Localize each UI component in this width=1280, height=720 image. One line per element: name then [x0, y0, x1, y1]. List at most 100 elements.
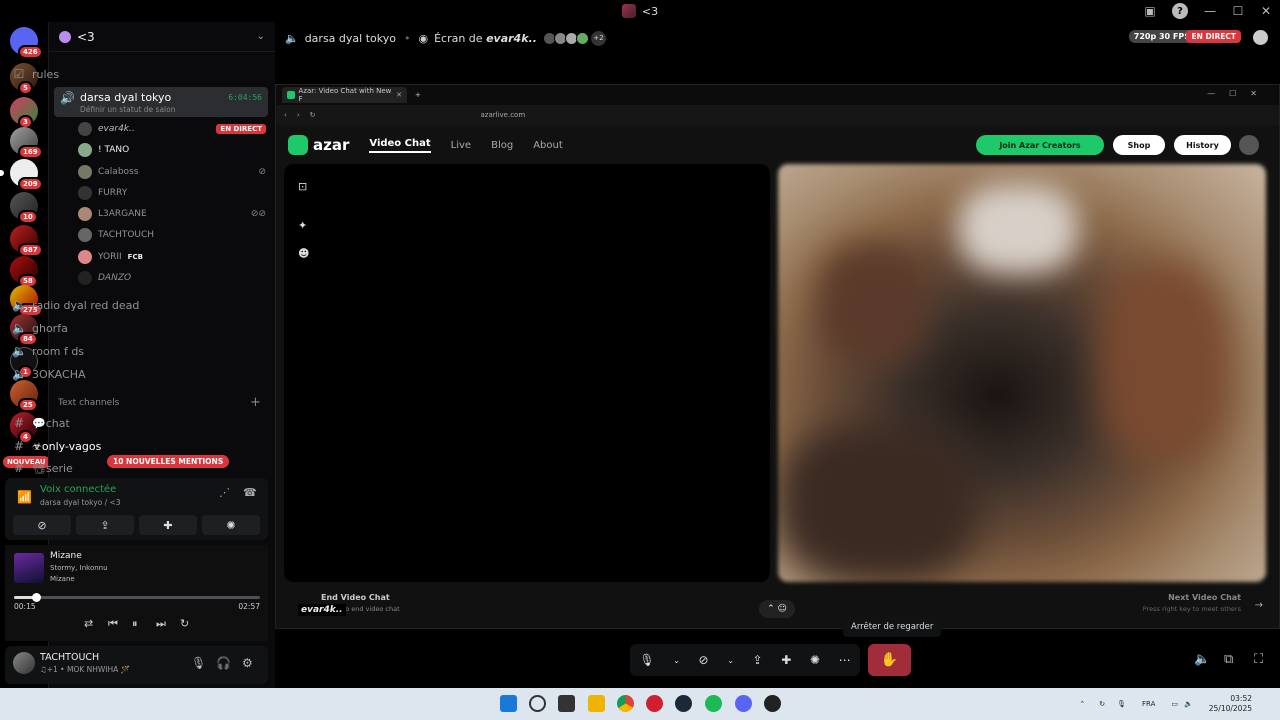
server-header[interactable]: <3 ⌄ — [49, 22, 275, 52]
chat-icon[interactable] — [1253, 30, 1268, 45]
steam-icon[interactable] — [675, 695, 692, 712]
channel-rules[interactable]: ☑ rules — [6, 63, 220, 85]
chevron-down-icon[interactable]: ⌄ — [257, 31, 265, 42]
microphone-icon[interactable]: 🎙 — [1117, 700, 1126, 708]
voice-user[interactable]: evar4k.. EN DIRECT — [78, 119, 274, 139]
disconnect-icon[interactable]: ☎ — [243, 486, 257, 499]
server-icon[interactable]: 169 — [10, 127, 43, 159]
camera-off-button[interactable]: ⊘ — [13, 515, 71, 535]
voice-location[interactable]: darsa dyal tokyo / <3 — [40, 498, 121, 507]
minimize-button[interactable]: — — [1196, 0, 1224, 22]
progress-knob[interactable] — [32, 593, 42, 602]
speaker-icon: 🔈 — [12, 367, 27, 381]
join-creators-button: Join Azar Creators — [976, 135, 1104, 155]
headphones-icon[interactable]: 🎧 — [216, 656, 231, 670]
help-icon[interactable]: ? — [1172, 3, 1188, 19]
album-cover — [14, 553, 44, 583]
server-icon-active[interactable]: 209 — [0, 159, 43, 191]
input-language[interactable]: FRA — [1142, 700, 1155, 708]
voice-channel[interactable]: 🔈 3OKACHA — [6, 363, 220, 385]
start-icon[interactable] — [500, 695, 517, 712]
voice-user[interactable]: FURRY — [78, 183, 274, 203]
server-badge: 687 — [18, 243, 43, 257]
discord-icon[interactable] — [735, 695, 752, 712]
task-view-icon[interactable] — [558, 695, 575, 712]
signal-icon[interactable]: 📶 — [17, 490, 32, 504]
viewer-avatars[interactable]: +2 — [542, 30, 606, 46]
camera-options-chevron-icon[interactable]: ⌄ — [727, 656, 734, 665]
voice-user[interactable]: DANZO — [78, 268, 274, 288]
user-name[interactable]: TACHTOUCH — [40, 652, 99, 663]
activities-icon[interactable]: ✚ — [781, 653, 791, 667]
noise-suppression-icon[interactable]: ⋰ — [219, 486, 230, 499]
voice-channel[interactable]: 🔈 radio dyal red dead — [6, 294, 220, 316]
camera-off-icon[interactable]: ⊘ — [699, 653, 709, 667]
server-icon[interactable]: 10 — [10, 192, 38, 224]
repeat-icon[interactable]: ↻ — [180, 617, 189, 630]
share-screen-icon[interactable]: ⇪ — [753, 653, 763, 667]
share-screen-button[interactable]: ⇪ — [76, 515, 134, 535]
volume-icon[interactable]: 🔈 — [1194, 652, 1210, 667]
sparkle-icon: ✦ — [298, 219, 308, 232]
new-mentions-badge[interactable]: 10 NOUVELLES MENTIONS — [107, 455, 230, 468]
home-button[interactable]: 426 — [10, 27, 43, 59]
text-channel[interactable]: # ☣only-vagos — [6, 435, 220, 457]
voice-user[interactable]: L3ARGANE ⊘⊘ — [78, 204, 274, 224]
previous-icon[interactable]: ⏮ — [108, 617, 118, 631]
sticker-icon: ☻ — [298, 247, 310, 260]
mic-options-chevron-icon[interactable]: ⌄ — [673, 656, 680, 665]
server-icon[interactable]: 3 — [10, 97, 38, 129]
clock-time: 03:52 — [1230, 694, 1252, 703]
file-explorer-icon[interactable] — [588, 695, 605, 712]
shuffle-icon[interactable]: ⇄ — [84, 617, 93, 630]
channel-label: ☣only-vagos — [32, 439, 102, 453]
sync-icon[interactable]: ↻ — [1099, 700, 1105, 708]
voice-channel-active[interactable]: 🔊 darsa dyal tokyo 6:04:56 Définir un st… — [54, 87, 268, 117]
stop-watching-button[interactable]: ✋ — [868, 644, 911, 676]
soundboard-button[interactable]: ✺ — [202, 515, 260, 535]
app-icon[interactable] — [646, 695, 663, 712]
gear-icon[interactable]: ⚙ — [242, 656, 253, 670]
search-icon[interactable] — [529, 695, 546, 712]
server-icon[interactable]: 687 — [10, 225, 43, 257]
muted-icon: ⊘⊘ — [250, 209, 266, 219]
pause-icon[interactable]: ⏸ — [132, 617, 138, 631]
fullscreen-icon[interactable]: ⛶ — [1254, 652, 1263, 667]
close-button[interactable]: ✕ — [1252, 0, 1280, 22]
stream-video: Azar: Video Chat with New F ✕ + —☐✕ ‹ › … — [275, 84, 1280, 629]
spotify-icon[interactable] — [705, 695, 722, 712]
voice-channel[interactable]: 🔈 ghorfa — [6, 317, 220, 339]
user-status: ♫+1 • MOK NHWIHA 🪄 — [40, 665, 131, 674]
user-tag: FCB — [127, 253, 143, 261]
close-tab-icon: ✕ — [396, 91, 402, 99]
more-options-icon[interactable]: ⋯ — [839, 653, 851, 667]
popout-icon[interactable]: ⧉ — [1224, 652, 1233, 667]
microphone-icon[interactable]: 🎙 — [639, 653, 654, 667]
server-icon[interactable]: 58 — [10, 256, 38, 288]
volume-icon[interactable]: 🔈 — [1184, 700, 1193, 708]
category-text-channels[interactable]: Text channels — [58, 398, 119, 408]
next-icon[interactable]: ⏭ — [156, 617, 166, 631]
create-channel-button[interactable]: + — [250, 395, 261, 410]
maximize-button[interactable]: ☐ — [1224, 0, 1252, 22]
channel-status-hint[interactable]: Définir un statut de salon — [80, 105, 175, 114]
voice-user[interactable]: Calaboss ⊘ — [78, 162, 274, 182]
clock[interactable]: 03:52 25/10/2025 — [1209, 694, 1252, 714]
chrome-icon[interactable] — [617, 695, 634, 712]
text-channel[interactable]: # 💬chat — [6, 412, 220, 434]
voice-channel[interactable]: 🔈 room f ds — [6, 340, 220, 362]
activities-button[interactable]: ✚ — [139, 515, 197, 535]
microphone-icon[interactable]: 🎙 — [191, 656, 206, 670]
inbox-icon[interactable]: ▣ — [1136, 0, 1164, 22]
chevron-up-icon[interactable]: ⌃ — [1079, 700, 1085, 708]
track-title: Mizane — [50, 551, 82, 561]
app-icon[interactable] — [764, 695, 781, 712]
streamer-name: evar4k.. — [486, 31, 537, 45]
voice-user[interactable]: TACHTOUCH — [78, 225, 274, 245]
voice-user[interactable]: YORII FCB — [78, 247, 274, 267]
network-icon[interactable]: ▭ — [1171, 700, 1178, 708]
voice-user[interactable]: ! TANO — [78, 140, 274, 160]
soundboard-icon[interactable]: ✺ — [810, 653, 820, 667]
avatar[interactable] — [13, 652, 35, 674]
progress-bar[interactable] — [14, 596, 260, 599]
